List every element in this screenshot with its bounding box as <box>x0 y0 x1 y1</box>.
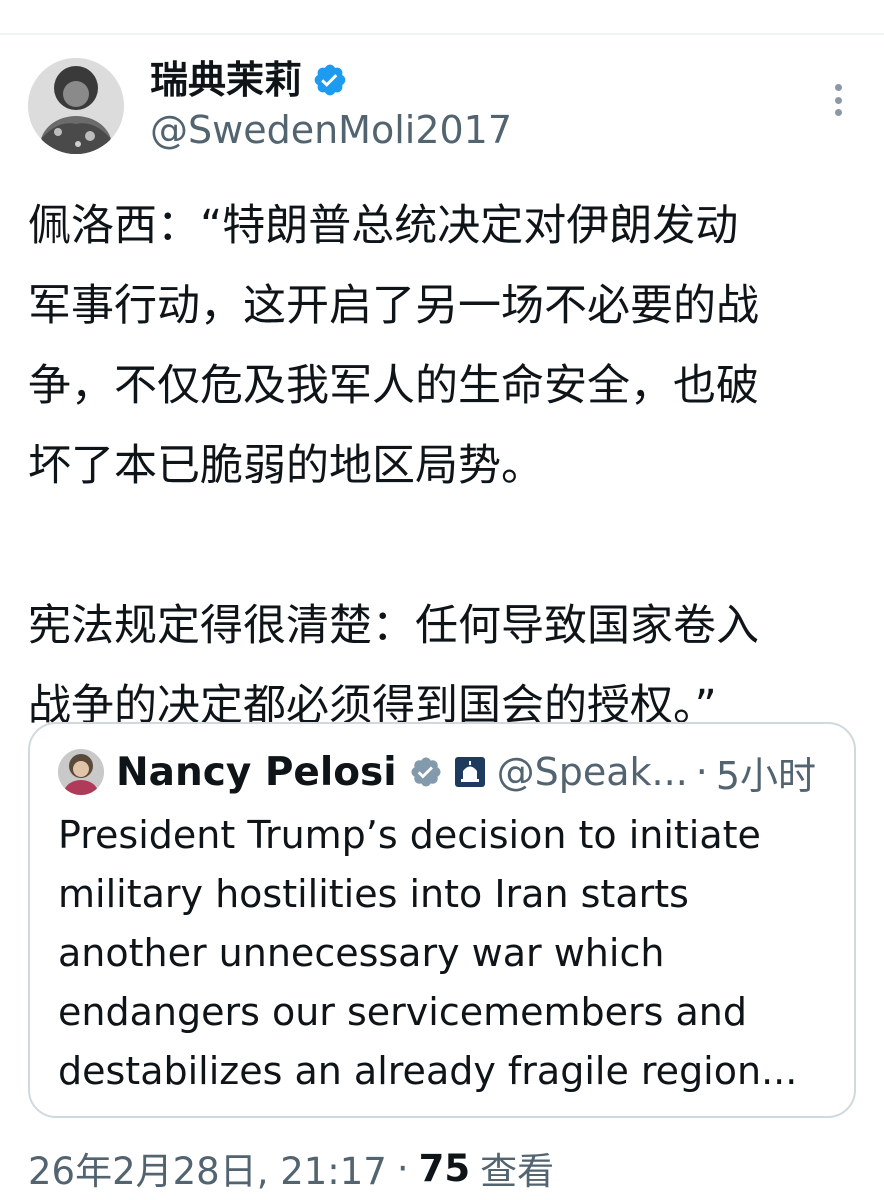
quoted-author-avatar <box>58 749 104 795</box>
quoted-author-handle: @Speak... <box>496 750 688 794</box>
views-count[interactable]: 75 <box>419 1147 471 1190</box>
tweet-text: 佩洛西：“特朗普总统决定对伊朗发动 军事行动，这开启了另一场不必要的战 争，不仅… <box>28 186 858 746</box>
quoted-text-line: endangers our servicemembers and <box>58 990 748 1034</box>
top-divider <box>0 33 884 35</box>
verified-badge-icon <box>409 755 443 789</box>
quoted-tweet-header: Nancy Pelosi @Speak... · 5小时 <box>58 746 816 798</box>
more-dot <box>834 96 842 104</box>
quoted-tweet-time: 5小时 <box>715 753 817 798</box>
more-dot <box>834 84 842 91</box>
quoted-text-line: destabilizes an already fragile region..… <box>58 1049 798 1093</box>
meta-separator: · <box>396 1146 409 1190</box>
tweet-meta: 26年2月28日, 21:17 · 75 查看 <box>28 1142 554 1194</box>
quoted-text-line: military hostilities into Iran starts <box>58 872 689 916</box>
quoted-tweet-text: President Trump’s decision to initiate m… <box>58 806 838 1101</box>
more-vertical-icon[interactable] <box>822 80 854 120</box>
quoted-text-line: President Trump’s decision to initiate <box>58 813 761 857</box>
quoted-header-separator: · <box>695 750 708 794</box>
government-badge-icon <box>454 757 485 787</box>
tweet-text-line: 佩洛西：“特朗普总统决定对伊朗发动 <box>28 201 739 251</box>
verified-badge-icon <box>312 62 348 98</box>
tweet-text-line: 宪法规定得很清楚：任何导致国家卷入 <box>28 601 759 651</box>
tweet-text-line: 争，不仅危及我军人的生命安全，也破 <box>28 361 759 411</box>
tweet-timestamp[interactable]: 26年2月28日, 21:17 <box>28 1141 387 1195</box>
author-name-row[interactable]: 瑞典茉莉 <box>150 52 348 108</box>
quoted-author-name: Nancy Pelosi <box>116 749 397 795</box>
more-dot <box>834 109 842 116</box>
quoted-text-line: another unnecessary war which <box>58 931 665 975</box>
quoted-tweet-card[interactable]: Nancy Pelosi @Speak... · 5小时 President T… <box>28 722 856 1118</box>
author-display-name[interactable]: 瑞典茉莉 <box>150 61 302 99</box>
views-label: 查看 <box>480 1150 555 1193</box>
tweet-text-line: 坏了本已脆弱的地区局势。 <box>28 441 544 491</box>
author-avatar[interactable] <box>28 58 124 154</box>
author-handle[interactable]: @SwedenMoli2017 <box>150 108 512 154</box>
tweet-text-line: 军事行动，这开启了另一场不必要的战 <box>28 281 759 331</box>
